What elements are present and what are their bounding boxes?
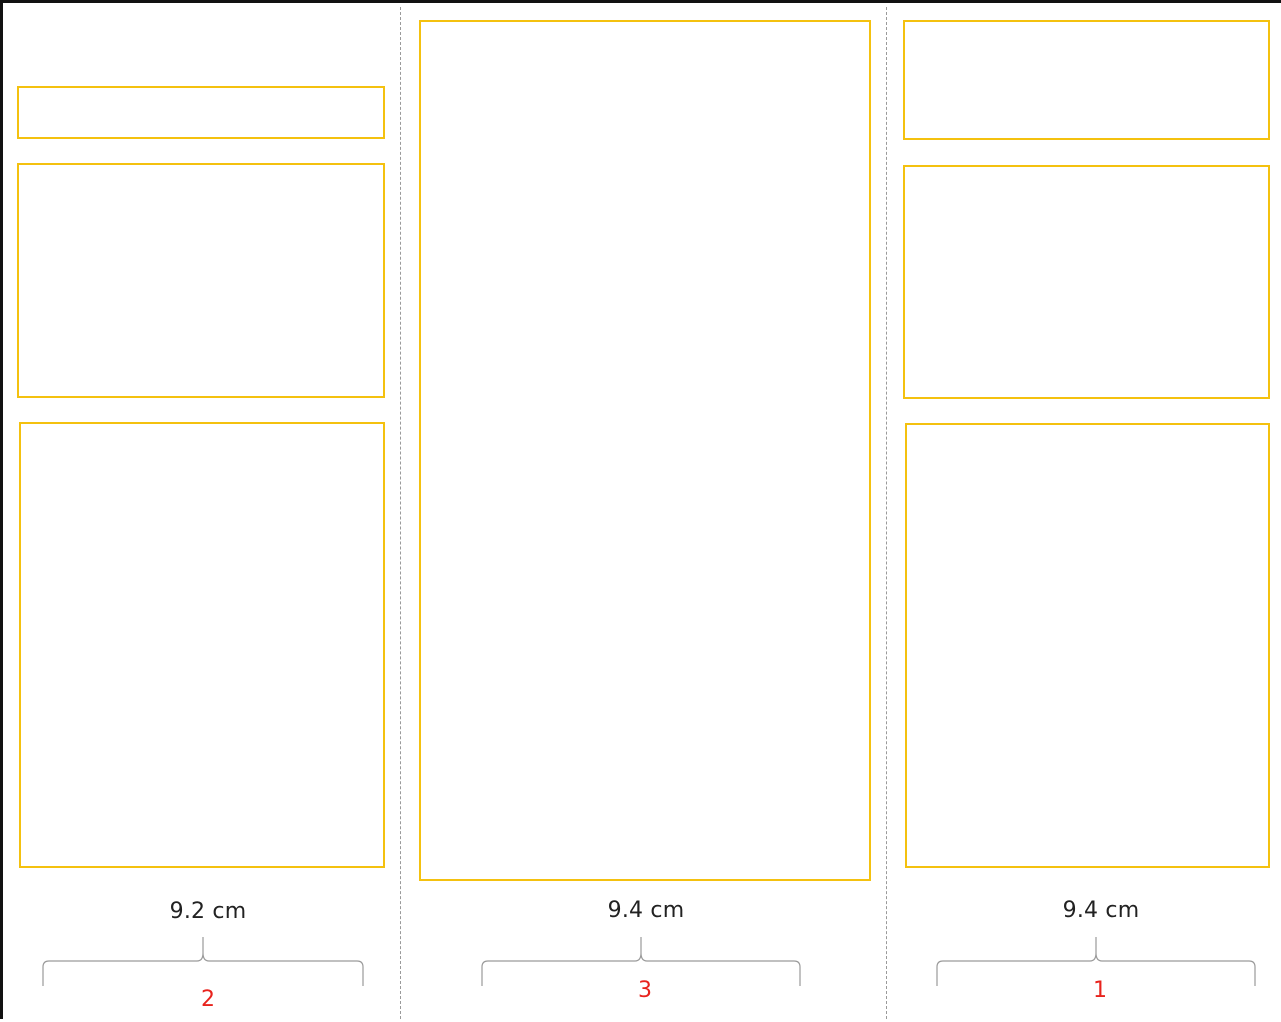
brace-panel-right xyxy=(936,937,1256,986)
brace-panel-middle xyxy=(481,937,801,986)
dimension-braces xyxy=(42,937,1256,986)
brace-panel-left xyxy=(42,937,364,986)
brochure-layout-sheet: 9.2 cm 2 9.4 cm 3 9.4 cm 1 xyxy=(0,0,1281,1019)
